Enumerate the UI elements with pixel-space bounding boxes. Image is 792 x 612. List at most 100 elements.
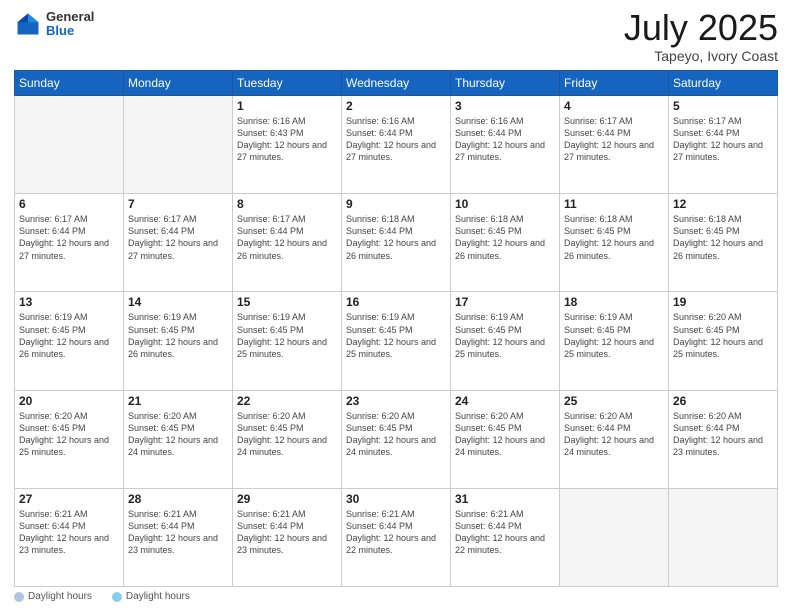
- col-header-thursday: Thursday: [451, 71, 560, 96]
- calendar-week-4: 27 Sunrise: 6:21 AMSunset: 6:44 PMDayligh…: [15, 488, 778, 586]
- calendar-cell: 29 Sunrise: 6:21 AMSunset: 6:44 PMDayligh…: [233, 488, 342, 586]
- day-number: 28: [128, 492, 228, 506]
- calendar-cell: 9 Sunrise: 6:18 AMSunset: 6:44 PMDaylight…: [342, 194, 451, 292]
- day-info: Sunrise: 6:21 AMSunset: 6:44 PMDaylight:…: [128, 508, 228, 557]
- calendar-cell: 12 Sunrise: 6:18 AMSunset: 6:45 PMDayligh…: [669, 194, 778, 292]
- calendar-cell: 17 Sunrise: 6:19 AMSunset: 6:45 PMDayligh…: [451, 292, 560, 390]
- calendar-cell: 5Sunrise: 6:17 AMSunset: 6:44 PMDaylight…: [669, 96, 778, 194]
- col-header-wednesday: Wednesday: [342, 71, 451, 96]
- day-info: Sunrise: 6:20 AMSunset: 6:44 PMDaylight:…: [564, 410, 664, 459]
- calendar-cell: [124, 96, 233, 194]
- page: General Blue July 2025 Tapeyo, Ivory Coa…: [0, 0, 792, 612]
- calendar-cell: 6Sunrise: 6:17 AMSunset: 6:44 PMDaylight…: [15, 194, 124, 292]
- day-info: Sunrise: 6:18 AMSunset: 6:45 PMDaylight:…: [673, 213, 773, 262]
- footer-daylight-2: Daylight hours: [112, 591, 190, 602]
- title-location: Tapeyo, Ivory Coast: [624, 48, 778, 64]
- col-header-monday: Monday: [124, 71, 233, 96]
- col-header-friday: Friday: [560, 71, 669, 96]
- calendar-cell: 21Sunrise: 6:20 AMSunset: 6:45 PMDayligh…: [124, 390, 233, 488]
- calendar-cell: [669, 488, 778, 586]
- calendar-cell: 15 Sunrise: 6:19 AMSunset: 6:45 PMDayligh…: [233, 292, 342, 390]
- title-month: July 2025: [624, 10, 778, 46]
- day-number: 23: [346, 394, 446, 408]
- calendar-cell: [15, 96, 124, 194]
- calendar-cell: 30 Sunrise: 6:21 AMSunset: 6:44 PMDayligh…: [342, 488, 451, 586]
- calendar-week-3: 20Sunrise: 6:20 AMSunset: 6:45 PMDayligh…: [15, 390, 778, 488]
- day-info: Sunrise: 6:20 AMSunset: 6:45 PMDaylight:…: [455, 410, 555, 459]
- calendar-cell: 26 Sunrise: 6:20 AMSunset: 6:44 PMDayligh…: [669, 390, 778, 488]
- daylight-dot-1: [14, 592, 24, 602]
- day-info: Sunrise: 6:19 AMSunset: 6:45 PMDaylight:…: [455, 311, 555, 360]
- day-info: Sunrise: 6:20 AMSunset: 6:45 PMDaylight:…: [346, 410, 446, 459]
- day-info: Sunrise: 6:19 AMSunset: 6:45 PMDaylight:…: [237, 311, 337, 360]
- title-block: July 2025 Tapeyo, Ivory Coast: [624, 10, 778, 64]
- day-number: 27: [19, 492, 119, 506]
- calendar-week-1: 6Sunrise: 6:17 AMSunset: 6:44 PMDaylight…: [15, 194, 778, 292]
- day-number: 22: [237, 394, 337, 408]
- day-info: Sunrise: 6:19 AMSunset: 6:45 PMDaylight:…: [346, 311, 446, 360]
- day-info: Sunrise: 6:20 AMSunset: 6:45 PMDaylight:…: [673, 311, 773, 360]
- calendar-cell: 13 Sunrise: 6:19 AMSunset: 6:45 PMDayligh…: [15, 292, 124, 390]
- daylight-dot-2: [112, 592, 122, 602]
- day-info: Sunrise: 6:18 AMSunset: 6:44 PMDaylight:…: [346, 213, 446, 262]
- calendar-cell: 10 Sunrise: 6:18 AMSunset: 6:45 PMDayligh…: [451, 194, 560, 292]
- calendar-cell: 24 Sunrise: 6:20 AMSunset: 6:45 PMDayligh…: [451, 390, 560, 488]
- day-number: 12: [673, 197, 773, 211]
- day-number: 8: [237, 197, 337, 211]
- calendar-week-0: 1Sunrise: 6:16 AMSunset: 6:43 PMDaylight…: [15, 96, 778, 194]
- logo-icon: [14, 10, 42, 38]
- day-info: Sunrise: 6:16 AMSunset: 6:43 PMDaylight:…: [237, 115, 337, 164]
- day-info: Sunrise: 6:20 AMSunset: 6:45 PMDaylight:…: [237, 410, 337, 459]
- calendar-cell: 2 Sunrise: 6:16 AMSunset: 6:44 PMDaylight…: [342, 96, 451, 194]
- footer-note: Daylight hours Daylight hours: [14, 591, 778, 602]
- day-number: 30: [346, 492, 446, 506]
- calendar-cell: 31 Sunrise: 6:21 AMSunset: 6:44 PMDayligh…: [451, 488, 560, 586]
- day-number: 31: [455, 492, 555, 506]
- day-number: 2: [346, 99, 446, 113]
- calendar-table: SundayMondayTuesdayWednesdayThursdayFrid…: [14, 70, 778, 587]
- day-info: Sunrise: 6:19 AMSunset: 6:45 PMDaylight:…: [19, 311, 119, 360]
- calendar-header-row: SundayMondayTuesdayWednesdayThursdayFrid…: [15, 71, 778, 96]
- day-info: Sunrise: 6:21 AMSunset: 6:44 PMDaylight:…: [19, 508, 119, 557]
- day-number: 7: [128, 197, 228, 211]
- day-number: 24: [455, 394, 555, 408]
- day-info: Sunrise: 6:17 AMSunset: 6:44 PMDaylight:…: [128, 213, 228, 262]
- day-number: 18: [564, 295, 664, 309]
- day-number: 17: [455, 295, 555, 309]
- calendar-cell: 27 Sunrise: 6:21 AMSunset: 6:44 PMDayligh…: [15, 488, 124, 586]
- day-info: Sunrise: 6:20 AMSunset: 6:44 PMDaylight:…: [673, 410, 773, 459]
- day-info: Sunrise: 6:21 AMSunset: 6:44 PMDaylight:…: [346, 508, 446, 557]
- calendar-cell: 22 Sunrise: 6:20 AMSunset: 6:45 PMDayligh…: [233, 390, 342, 488]
- col-header-saturday: Saturday: [669, 71, 778, 96]
- calendar-cell: 4 Sunrise: 6:17 AMSunset: 6:44 PMDaylight…: [560, 96, 669, 194]
- day-number: 29: [237, 492, 337, 506]
- day-number: 5: [673, 99, 773, 113]
- day-number: 26: [673, 394, 773, 408]
- day-info: Sunrise: 6:17 AMSunset: 6:44 PMDaylight:…: [237, 213, 337, 262]
- day-number: 4: [564, 99, 664, 113]
- day-number: 13: [19, 295, 119, 309]
- day-number: 10: [455, 197, 555, 211]
- calendar-cell: 25 Sunrise: 6:20 AMSunset: 6:44 PMDayligh…: [560, 390, 669, 488]
- calendar-cell: 11Sunrise: 6:18 AMSunset: 6:45 PMDayligh…: [560, 194, 669, 292]
- calendar-cell: 1Sunrise: 6:16 AMSunset: 6:43 PMDaylight…: [233, 96, 342, 194]
- day-info: Sunrise: 6:18 AMSunset: 6:45 PMDaylight:…: [455, 213, 555, 262]
- day-number: 16: [346, 295, 446, 309]
- day-info: Sunrise: 6:18 AMSunset: 6:45 PMDaylight:…: [564, 213, 664, 262]
- day-number: 25: [564, 394, 664, 408]
- calendar-cell: 16 Sunrise: 6:19 AMSunset: 6:45 PMDayligh…: [342, 292, 451, 390]
- day-info: Sunrise: 6:21 AMSunset: 6:44 PMDaylight:…: [455, 508, 555, 557]
- day-info: Sunrise: 6:20 AMSunset: 6:45 PMDaylight:…: [19, 410, 119, 459]
- day-number: 3: [455, 99, 555, 113]
- logo-blue-text: Blue: [46, 24, 94, 38]
- logo: General Blue: [14, 10, 94, 39]
- day-number: 9: [346, 197, 446, 211]
- day-number: 15: [237, 295, 337, 309]
- col-header-sunday: Sunday: [15, 71, 124, 96]
- day-info: Sunrise: 6:17 AMSunset: 6:44 PMDaylight:…: [564, 115, 664, 164]
- col-header-tuesday: Tuesday: [233, 71, 342, 96]
- day-info: Sunrise: 6:19 AMSunset: 6:45 PMDaylight:…: [128, 311, 228, 360]
- day-info: Sunrise: 6:20 AMSunset: 6:45 PMDaylight:…: [128, 410, 228, 459]
- day-info: Sunrise: 6:21 AMSunset: 6:44 PMDaylight:…: [237, 508, 337, 557]
- day-info: Sunrise: 6:16 AMSunset: 6:44 PMDaylight:…: [346, 115, 446, 164]
